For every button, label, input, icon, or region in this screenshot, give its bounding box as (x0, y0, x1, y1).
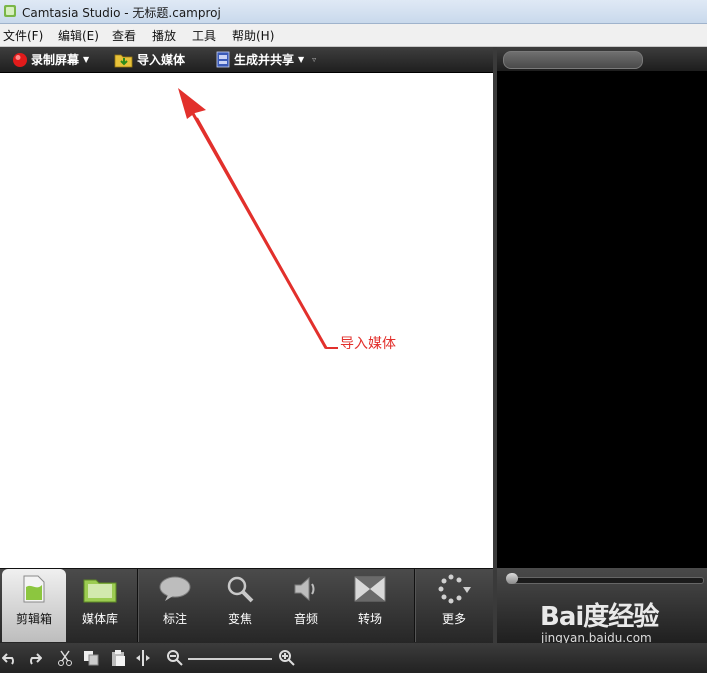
tab-library[interactable]: 媒体库 (68, 569, 132, 642)
seek-handle[interactable] (506, 573, 518, 584)
menu-help[interactable]: 帮助(H) (232, 27, 274, 44)
tab-library-label: 媒体库 (81, 612, 118, 626)
produce-share-label: 生成并共享 (234, 53, 295, 67)
copy-icon[interactable] (83, 650, 99, 666)
transition-icon (354, 576, 386, 602)
tab-audio-label: 音频 (293, 612, 318, 626)
preview-pane: Bai度经验 jingyan.baidu.com (497, 47, 707, 645)
menu-bar: 文件(F) 编辑(E) 查看 播放 工具 帮助(H) (0, 24, 707, 47)
zoom-out-icon[interactable] (167, 650, 183, 666)
annotation-label: 导入媒体 (340, 336, 396, 352)
main-toolbar: 录制屏幕 ▼ 导入媒体 生成并共享 ▼ ▿ (0, 47, 493, 73)
tab-separator (137, 569, 138, 642)
folder-import-icon (114, 54, 133, 67)
import-media-button[interactable]: 导入媒体 (114, 51, 185, 68)
camtasia-app-icon (4, 5, 16, 17)
chevron-down-icon[interactable]: ▼ (298, 55, 304, 64)
tab-clip-bin-label: 剪辑箱 (15, 612, 52, 626)
window-title: Camtasia Studio - 无标题.camproj (22, 6, 221, 20)
task-tabs: 剪辑箱 媒体库 标注 变焦 音频 转场 更多 (0, 568, 493, 644)
menu-tools[interactable]: 工具 (192, 27, 216, 44)
title-bar: Camtasia Studio - 无标题.camproj (0, 0, 707, 24)
timeline-zoom-slider[interactable] (188, 658, 272, 660)
record-screen-button[interactable]: 录制屏幕 ▼ (12, 51, 89, 68)
undo-icon[interactable] (2, 650, 18, 666)
chevron-down-icon[interactable]: ▼ (83, 55, 89, 64)
more-dots-icon (438, 574, 471, 604)
speaker-icon (294, 576, 315, 602)
tab-transitions-label: 转场 (357, 612, 382, 626)
baidu-jingyan-watermark: Bai度经验 (540, 602, 659, 632)
preview-header (497, 47, 707, 71)
library-folder-icon (83, 579, 117, 603)
redo-icon[interactable] (26, 650, 42, 666)
seek-bar[interactable] (507, 577, 704, 584)
tab-clip-bin[interactable]: 剪辑箱 (2, 569, 66, 642)
record-icon (13, 52, 27, 67)
timeline-toolbar (0, 643, 707, 673)
cut-icon[interactable] (57, 650, 73, 666)
tab-zoom[interactable]: 变焦 (210, 569, 270, 642)
zoom-in-icon[interactable] (279, 650, 295, 666)
preview-size-selector[interactable] (503, 51, 643, 69)
tab-audio[interactable]: 音频 (276, 569, 336, 642)
tab-callouts[interactable]: 标注 (145, 569, 205, 642)
split-icon[interactable] (135, 650, 151, 666)
tab-zoom-label: 变焦 (227, 612, 252, 626)
paste-icon[interactable] (110, 650, 126, 666)
callout-bubble-icon (159, 576, 191, 601)
menu-view[interactable]: 查看 (112, 27, 136, 44)
tab-more[interactable]: 更多 (422, 569, 486, 642)
import-media-label: 导入媒体 (137, 53, 186, 67)
film-produce-icon (216, 51, 230, 68)
tab-separator (414, 569, 415, 642)
record-screen-label: 录制屏幕 (31, 53, 80, 67)
clip-bin-icon (23, 575, 45, 603)
tab-transitions[interactable]: 转场 (340, 569, 400, 642)
toolbar-overflow-icon[interactable]: ▿ (312, 55, 316, 64)
tab-callouts-label: 标注 (162, 612, 187, 626)
magnifier-icon (227, 576, 254, 603)
clip-bin-area[interactable] (0, 73, 493, 568)
produce-share-button[interactable]: 生成并共享 ▼ ▿ (215, 51, 316, 68)
tab-more-label: 更多 (441, 612, 466, 626)
preview-controls: Bai度经验 jingyan.baidu.com (497, 568, 707, 645)
menu-file[interactable]: 文件(F) (3, 27, 43, 44)
menu-play[interactable]: 播放 (152, 27, 176, 44)
menu-edit[interactable]: 编辑(E) (58, 27, 99, 44)
